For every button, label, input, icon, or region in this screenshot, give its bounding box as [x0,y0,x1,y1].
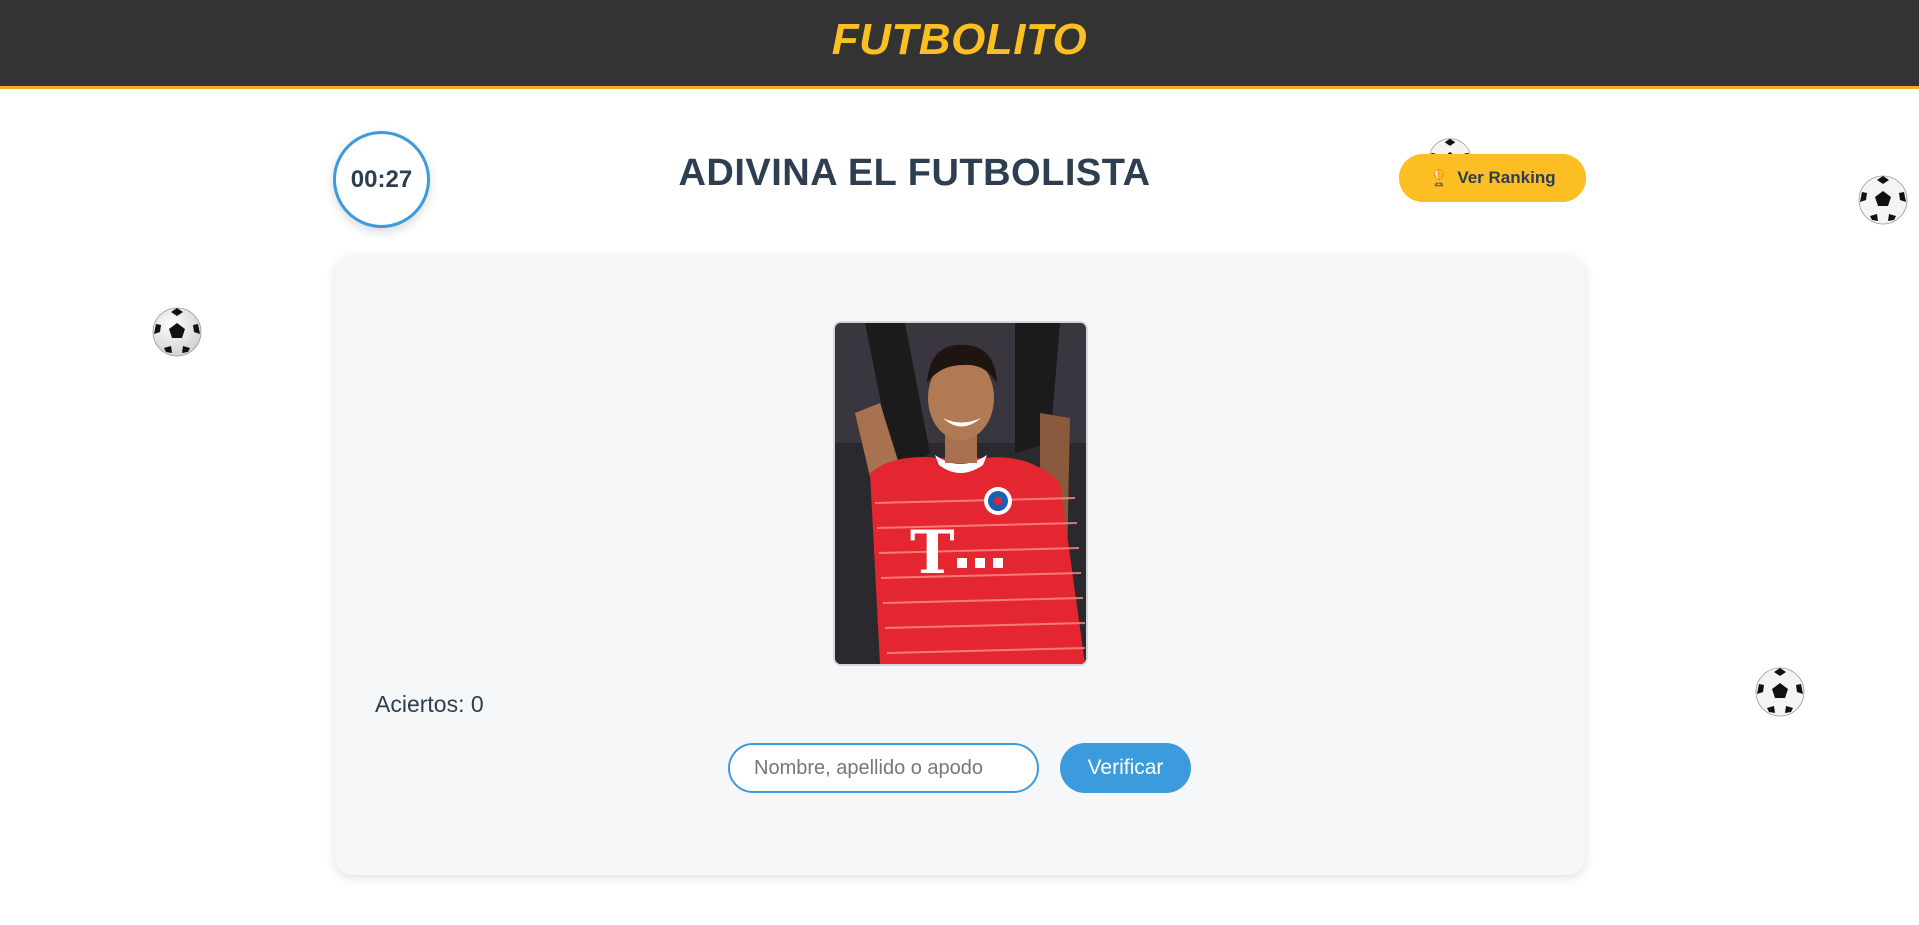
game-card: T Aciertos: 0 Verificar [335,255,1585,875]
trophy-icon: 🏆 [1429,170,1450,187]
verify-button[interactable]: Verificar [1060,743,1191,793]
ranking-button-label: Ver Ranking [1457,168,1556,187]
svg-text:T: T [910,518,955,588]
score-counter: Aciertos: 0 [375,691,484,717]
top-header: FUTBOLITO [0,0,1919,89]
soccer-ball-icon [151,306,203,363]
soccer-ball-icon [1857,174,1909,231]
soccer-ball-icon [1754,666,1806,723]
guess-input[interactable] [728,743,1039,793]
brand-logo[interactable]: FUTBOLITO [832,15,1087,65]
ranking-button-overlay[interactable]: 🏆 Ver Ranking [1399,154,1586,202]
player-photo: T [833,321,1088,666]
